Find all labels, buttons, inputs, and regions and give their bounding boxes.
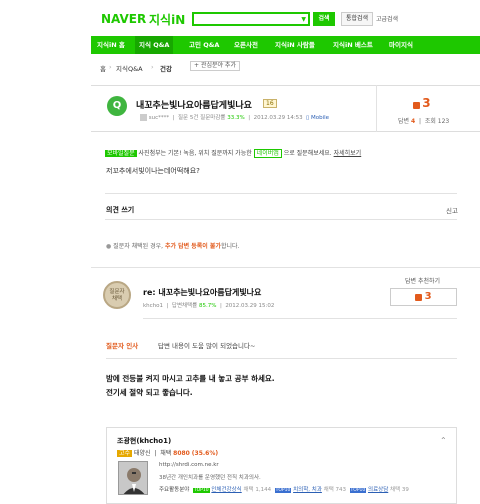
activity-area-link[interactable]: 치의학, 치과	[293, 487, 322, 493]
answer-author[interactable]: khcho1	[143, 303, 163, 309]
medal-line1: 질문자	[109, 289, 125, 295]
thanks-label: 질문자 인사	[106, 342, 139, 350]
answers-label: 답변	[398, 118, 410, 125]
main-nav: 지식iN 홈 지식 Q&A 고민 Q&A 오픈사전 지식iN 사람들 지식iN …	[91, 36, 480, 54]
reward-badge: 16	[263, 99, 277, 108]
write-opinion-link[interactable]: 의견 쓰기	[106, 205, 134, 215]
notice: ● 질문자 채택된 경우, 추가 답변 등록이 불가합니다.	[106, 241, 239, 250]
search-input[interactable]: ▼	[192, 12, 310, 26]
activity-count: 채택 743	[323, 487, 347, 493]
activity-count: 채택 39	[390, 487, 409, 493]
divider	[143, 318, 457, 319]
avatar	[118, 461, 148, 495]
adopted-medal-icon: 질문자 채택	[103, 281, 131, 309]
adopt-rate: 85.7%	[198, 303, 217, 309]
chevron-down-icon[interactable]: ▼	[301, 16, 306, 23]
report-link[interactable]: 신고	[446, 205, 458, 215]
details-link[interactable]: 자세히보기	[334, 150, 362, 157]
breadcrumb-qna[interactable]: 지식Q&A	[116, 63, 143, 73]
recommend-label: 답변 추천하기	[405, 278, 441, 285]
notice-prefix: 질문자 채택된 경우,	[113, 243, 164, 250]
answer-body-line2: 전기세 절약 되고 좋습니다.	[106, 388, 193, 397]
mobile-icon: ▯	[306, 115, 310, 121]
divider	[106, 358, 457, 359]
question-recommend[interactable]: 3	[413, 96, 431, 110]
add-interest-button[interactable]: + 관심분야 추가	[190, 61, 240, 71]
advanced-search-link[interactable]: 고급검색	[376, 14, 398, 23]
answer-recommend-count: 3	[424, 291, 432, 302]
answerer-name[interactable]: 조광현(khcho1)	[117, 436, 171, 446]
activity-label: 주요활동분야	[159, 487, 190, 493]
question-title: 내꼬추는빛나요아름답게빛나요	[136, 101, 252, 111]
answer-date: 2012.03.29 15:02	[225, 303, 275, 309]
level-badge: 고수	[117, 450, 133, 457]
activity-count: 채택 1,144	[243, 487, 272, 493]
score-rate: (35.6%)	[191, 450, 219, 457]
views-label: 조회	[424, 118, 436, 125]
question-body: 저꼬추에서빛이나는데어떡해요?	[106, 167, 200, 175]
nav-item-qna[interactable]: 지식 Q&A	[135, 36, 174, 54]
breadcrumb-sep: ›	[109, 63, 112, 71]
mobile-banner: 모바일질문 사진첨부는 기본! 녹음, 위치 질문까지 가능한 네이버앱 으로 …	[105, 148, 362, 158]
question-stats: 답변 4 | 조회 123	[398, 118, 450, 125]
user-icon	[140, 114, 147, 121]
jisikin-logo[interactable]: 지식iN	[149, 11, 185, 28]
breadcrumb-sep: ›	[151, 63, 154, 71]
mobile-question-tag: 모바일질문	[105, 150, 137, 157]
recommend-button[interactable]: 3	[390, 288, 457, 306]
mobile-banner-text: 사진첨부는 기본! 녹음, 위치 질문까지 가능한	[138, 150, 252, 157]
search-button[interactable]: 검색	[313, 12, 335, 26]
mobile-label: Mobile	[310, 115, 329, 121]
profile-url[interactable]: http://shrdi.com.ne.kr	[159, 462, 219, 468]
info-icon: ●	[106, 243, 112, 250]
question-icon: Q	[107, 96, 127, 116]
answerer-level: 고수 태양신 | 채택 8080 (35.6%)	[117, 450, 219, 457]
nav-item-worry[interactable]: 고민 Q&A	[185, 36, 223, 54]
naver-app-tag[interactable]: 네이버앱	[253, 149, 282, 158]
divider	[105, 193, 457, 194]
views-count: 123	[437, 118, 450, 125]
close-rate: 33.3%	[227, 115, 245, 121]
mobile-banner-text2: 으로 질문해보세요.	[283, 150, 332, 157]
question-meta: suc**** | 질문 5건 질문마감률 33.3% | 2012.03.29…	[140, 113, 329, 121]
top10-badge: TOP10	[349, 488, 367, 493]
breadcrumb-category[interactable]: 건강	[160, 63, 172, 73]
collapse-icon[interactable]: ⌃	[440, 436, 447, 445]
medal-line2: 채택	[111, 296, 123, 302]
total-search-button[interactable]: 통합검색	[341, 12, 373, 26]
thumbs-up-icon	[415, 293, 423, 301]
nav-item-people[interactable]: 지식iN 사람들	[271, 36, 319, 54]
answers-count: 4	[410, 118, 416, 125]
thanks-text: 답변 내용이 도움 많이 되었습니다~	[158, 342, 256, 350]
notice-suffix: 합니다.	[220, 243, 240, 250]
top10-badge: TOP10	[192, 488, 210, 493]
nav-item-my[interactable]: 마이지식	[385, 36, 417, 54]
activity-area-link[interactable]: 의료상담	[368, 487, 388, 493]
answer-body-line1: 밤에 전등불 켜지 마시고 고추를 내 놓고 공부 하세요.	[106, 374, 275, 383]
thumbs-up-icon	[413, 101, 420, 109]
adopt-label: 답변채택률	[171, 303, 198, 309]
activity-areas: 주요활동분야 TOP10 인체건강상식 채택 1,144 TOP10 치의학, …	[159, 485, 409, 493]
top10-badge: TOP10	[274, 488, 292, 493]
question-date: 2012.03.29 14:53	[253, 115, 303, 121]
naver-logo[interactable]: NAVER	[101, 12, 146, 26]
question-recommend-count: 3	[422, 96, 431, 110]
activity-area-link[interactable]: 인체건강상식	[211, 487, 241, 493]
profile-description: 38년간 개인치과를 운영했던 전직 치과의사.	[159, 475, 261, 481]
divider	[376, 85, 377, 132]
nav-item-dictionary[interactable]: 오픈사전	[230, 36, 262, 54]
nav-item-best[interactable]: 지식iN 베스트	[329, 36, 377, 54]
notice-highlight: 추가 답변 등록이 불가	[164, 243, 221, 250]
score-value: 8080	[173, 450, 190, 457]
answer-title: re: 내꼬추는빛나요아름답게빛나요	[143, 288, 262, 297]
divider	[105, 219, 457, 220]
divider	[91, 267, 480, 268]
question-author[interactable]: suc****	[149, 115, 169, 121]
question-meta-label: 질문 5건 질문마감률	[178, 115, 226, 121]
answer-meta: khcho1 | 답변채택률 85.7% | 2012.03.29 15:02	[143, 303, 275, 309]
level-name: 태양신	[133, 450, 151, 457]
breadcrumb-home[interactable]: 홈	[100, 63, 106, 73]
score-label: 채택	[160, 450, 172, 457]
nav-item-home[interactable]: 지식iN 홈	[93, 36, 129, 54]
